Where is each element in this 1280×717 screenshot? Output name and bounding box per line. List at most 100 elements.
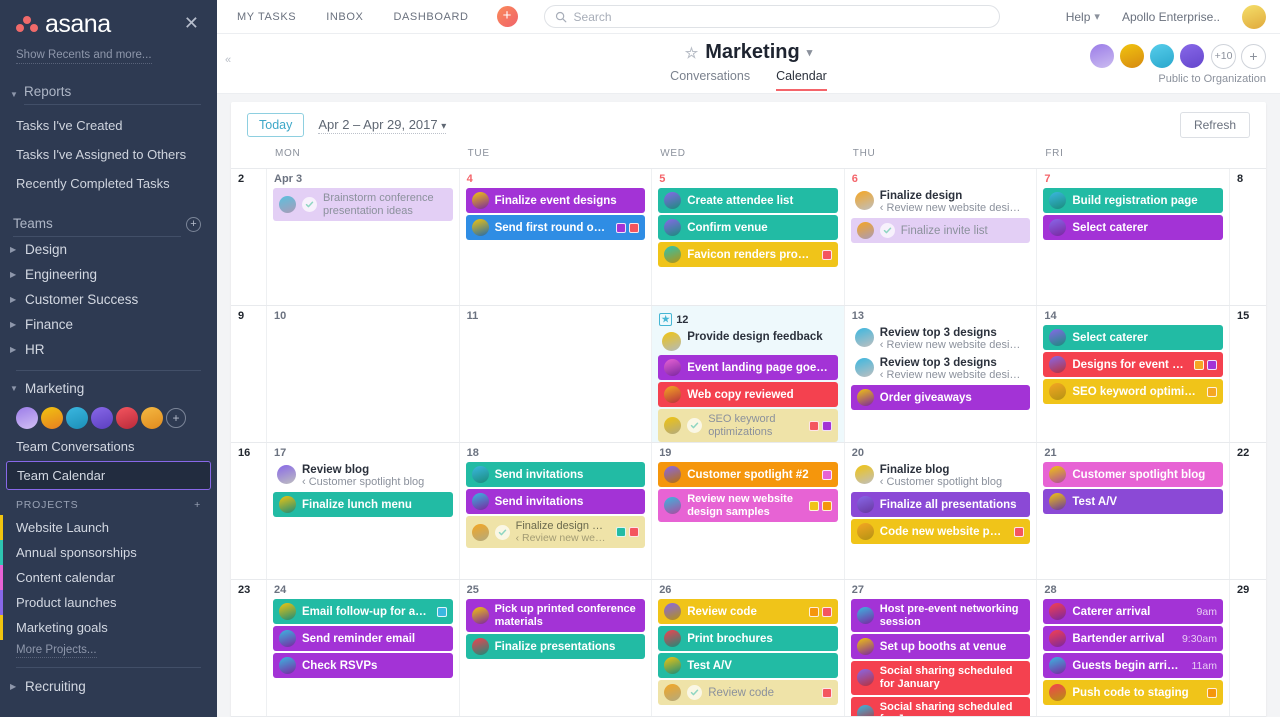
calendar-day-cell[interactable]: 25Pick up printed conference materialsFi… bbox=[460, 580, 653, 716]
calendar-task[interactable]: Customer spotlight #2 bbox=[658, 462, 838, 487]
calendar-task[interactable]: Web copy reviewed bbox=[658, 382, 838, 407]
search-box[interactable] bbox=[544, 5, 1000, 28]
sidebar-item-recently-completed[interactable]: Recently Completed Tasks bbox=[0, 169, 217, 198]
calendar-task[interactable]: Review blog‹ Customer spotlight blog bbox=[273, 462, 453, 490]
sidebar-project-content-calendar[interactable]: Content calendar bbox=[0, 565, 217, 590]
more-projects-link[interactable]: More Projects... bbox=[16, 644, 97, 658]
calendar-task[interactable]: Test A/V bbox=[658, 653, 838, 678]
calendar-task[interactable]: Pick up printed conference materials bbox=[466, 599, 646, 632]
avatar[interactable] bbox=[116, 407, 138, 429]
calendar-day-cell[interactable]: 4Finalize event designsSend first round … bbox=[460, 169, 653, 305]
calendar-task[interactable]: Social sharing scheduled for January bbox=[851, 697, 1031, 716]
calendar-day-cell[interactable]: 10 bbox=[267, 306, 460, 442]
calendar-day-cell[interactable]: 18Send invitationsSend invitationsFinali… bbox=[460, 443, 653, 579]
calendar-task[interactable]: Event landing page goes live bbox=[658, 355, 838, 380]
tab-inbox[interactable]: INBOX bbox=[326, 11, 363, 23]
sidebar-team-engineering[interactable]: ▶Engineering bbox=[0, 262, 217, 287]
calendar-day-cell[interactable]: 24Email follow-up for attendeesSend remi… bbox=[267, 580, 460, 716]
calendar-day-cell[interactable]: 27Host pre-event networking sessionSet u… bbox=[845, 580, 1038, 716]
calendar-task[interactable]: Finalize lunch menu bbox=[273, 492, 453, 517]
star-icon[interactable]: ☆ bbox=[685, 44, 698, 62]
calendar-task[interactable]: Email follow-up for attendees bbox=[273, 599, 453, 624]
calendar-day-cell[interactable]: 2 bbox=[231, 169, 267, 305]
quick-add-button[interactable]: + bbox=[497, 6, 518, 27]
avatar[interactable] bbox=[16, 407, 38, 429]
calendar-day-cell[interactable]: 7Build registration pageSelect caterer bbox=[1037, 169, 1230, 305]
calendar-day-cell[interactable]: ★12Provide design feedbackEvent landing … bbox=[652, 306, 845, 442]
calendar-task[interactable]: Send invitations bbox=[466, 489, 646, 514]
calendar-task[interactable]: Customer spotlight blog bbox=[1043, 462, 1223, 487]
avatar[interactable] bbox=[141, 407, 163, 429]
calendar-task[interactable]: Designs for event finalized bbox=[1043, 352, 1223, 377]
calendar-task[interactable]: Caterer arrival9am bbox=[1043, 599, 1223, 624]
calendar-task[interactable]: Code new website pages bbox=[851, 519, 1031, 544]
calendar-day-cell[interactable]: 16 bbox=[231, 443, 267, 579]
calendar-task[interactable]: Favicon renders properly bbox=[658, 242, 838, 267]
calendar-task[interactable]: Check RSVPs bbox=[273, 653, 453, 678]
calendar-task[interactable]: Create attendee list bbox=[658, 188, 838, 213]
calendar-task[interactable]: Finalize event designs bbox=[466, 188, 646, 213]
calendar-task[interactable]: Review new website design samples bbox=[658, 489, 838, 522]
tab-my-tasks[interactable]: MY TASKS bbox=[237, 11, 296, 23]
sidebar-team-marketing[interactable]: ▼ Marketing bbox=[0, 376, 217, 401]
refresh-button[interactable]: Refresh bbox=[1180, 112, 1250, 138]
reports-section-header[interactable]: ▼ Reports bbox=[10, 84, 201, 105]
calendar-task[interactable]: SEO keyword optimizations bbox=[1043, 379, 1223, 404]
calendar-day-cell[interactable]: 14Select catererDesigns for event finali… bbox=[1037, 306, 1230, 442]
calendar-day-cell[interactable]: 5Create attendee listConfirm venueFavico… bbox=[652, 169, 845, 305]
sidebar-team-customer-success[interactable]: ▶Customer Success bbox=[0, 287, 217, 312]
calendar-day-cell[interactable]: 13Review top 3 designs‹ Review new websi… bbox=[845, 306, 1038, 442]
calendar-day-cell[interactable]: 8 bbox=[1230, 169, 1266, 305]
calendar-task[interactable]: Select caterer bbox=[1043, 325, 1223, 350]
calendar-task[interactable]: Send reminder email bbox=[273, 626, 453, 651]
calendar-task[interactable]: Finalize invite list bbox=[851, 218, 1031, 243]
calendar-task[interactable]: Test A/V bbox=[1043, 489, 1223, 514]
member-overflow-count[interactable]: +10 bbox=[1211, 44, 1236, 69]
calendar-task[interactable]: Guests begin arriving11am bbox=[1043, 653, 1223, 678]
add-member-button[interactable]: + bbox=[166, 408, 186, 428]
calendar-day-cell[interactable]: 29 bbox=[1230, 580, 1266, 716]
sidebar-item-tasks-assigned[interactable]: Tasks I've Assigned to Others bbox=[0, 140, 217, 169]
calendar-day-cell[interactable]: 17Review blog‹ Customer spotlight blogFi… bbox=[267, 443, 460, 579]
calendar-day-cell[interactable]: 22 bbox=[1230, 443, 1266, 579]
calendar-task[interactable]: Finalize design‹ Review new website desi… bbox=[851, 188, 1031, 216]
help-menu[interactable]: Help▾ bbox=[1066, 10, 1100, 24]
calendar-task[interactable]: Set up booths at venue bbox=[851, 634, 1031, 659]
calendar-task[interactable]: Social sharing scheduled for January bbox=[851, 661, 1031, 694]
sidebar-project-marketing-goals[interactable]: Marketing goals bbox=[0, 615, 217, 640]
close-icon[interactable]: ✕ bbox=[182, 12, 201, 34]
add-project-button[interactable]: + bbox=[194, 499, 201, 511]
calendar-task[interactable]: Host pre-event networking session bbox=[851, 599, 1031, 632]
sidebar-team-finance[interactable]: ▶Finance bbox=[0, 312, 217, 337]
calendar-day-cell[interactable]: 23 bbox=[231, 580, 267, 716]
calendar-task[interactable]: Send invitations bbox=[466, 462, 646, 487]
avatar[interactable] bbox=[1242, 5, 1266, 29]
chevron-down-icon[interactable]: ▾ bbox=[807, 46, 813, 59]
tab-conversations[interactable]: Conversations bbox=[670, 69, 750, 91]
calendar-day-cell[interactable]: 11 bbox=[460, 306, 653, 442]
calendar-task[interactable]: Provide design feedback bbox=[658, 329, 838, 353]
tab-dashboard[interactable]: DASHBOARD bbox=[393, 11, 468, 23]
search-input[interactable] bbox=[574, 10, 989, 24]
avatar[interactable] bbox=[41, 407, 63, 429]
calendar-day-cell[interactable]: 6Finalize design‹ Review new website des… bbox=[845, 169, 1038, 305]
sidebar-team-design[interactable]: ▶Design bbox=[0, 237, 217, 262]
date-range-selector[interactable]: Apr 2 – Apr 29, 2017 ▾ bbox=[318, 117, 446, 134]
calendar-task[interactable]: Bartender arrival9:30am bbox=[1043, 626, 1223, 651]
calendar-task[interactable]: Send first round of emails bbox=[466, 215, 646, 240]
calendar-task[interactable]: Print brochures bbox=[658, 626, 838, 651]
avatar[interactable] bbox=[66, 407, 88, 429]
calendar-task[interactable]: Push code to staging bbox=[1043, 680, 1223, 705]
calendar-day-cell[interactable]: 15 bbox=[1230, 306, 1266, 442]
sidebar-item-team-calendar[interactable]: Team Calendar bbox=[6, 461, 211, 490]
avatar[interactable] bbox=[1088, 42, 1116, 70]
calendar-task[interactable]: Review code bbox=[658, 599, 838, 624]
add-team-button[interactable]: + bbox=[186, 217, 201, 232]
calendar-task[interactable]: Finalize blog‹ Customer spotlight blog bbox=[851, 462, 1031, 490]
avatar[interactable] bbox=[91, 407, 113, 429]
calendar-task[interactable]: Finalize presentations bbox=[466, 634, 646, 659]
sidebar-team-hr[interactable]: ▶HR bbox=[0, 337, 217, 362]
today-button[interactable]: Today bbox=[247, 113, 304, 137]
calendar-task[interactable]: Select caterer bbox=[1043, 215, 1223, 240]
calendar-task[interactable]: Review top 3 designs‹ Review new website… bbox=[851, 355, 1031, 383]
